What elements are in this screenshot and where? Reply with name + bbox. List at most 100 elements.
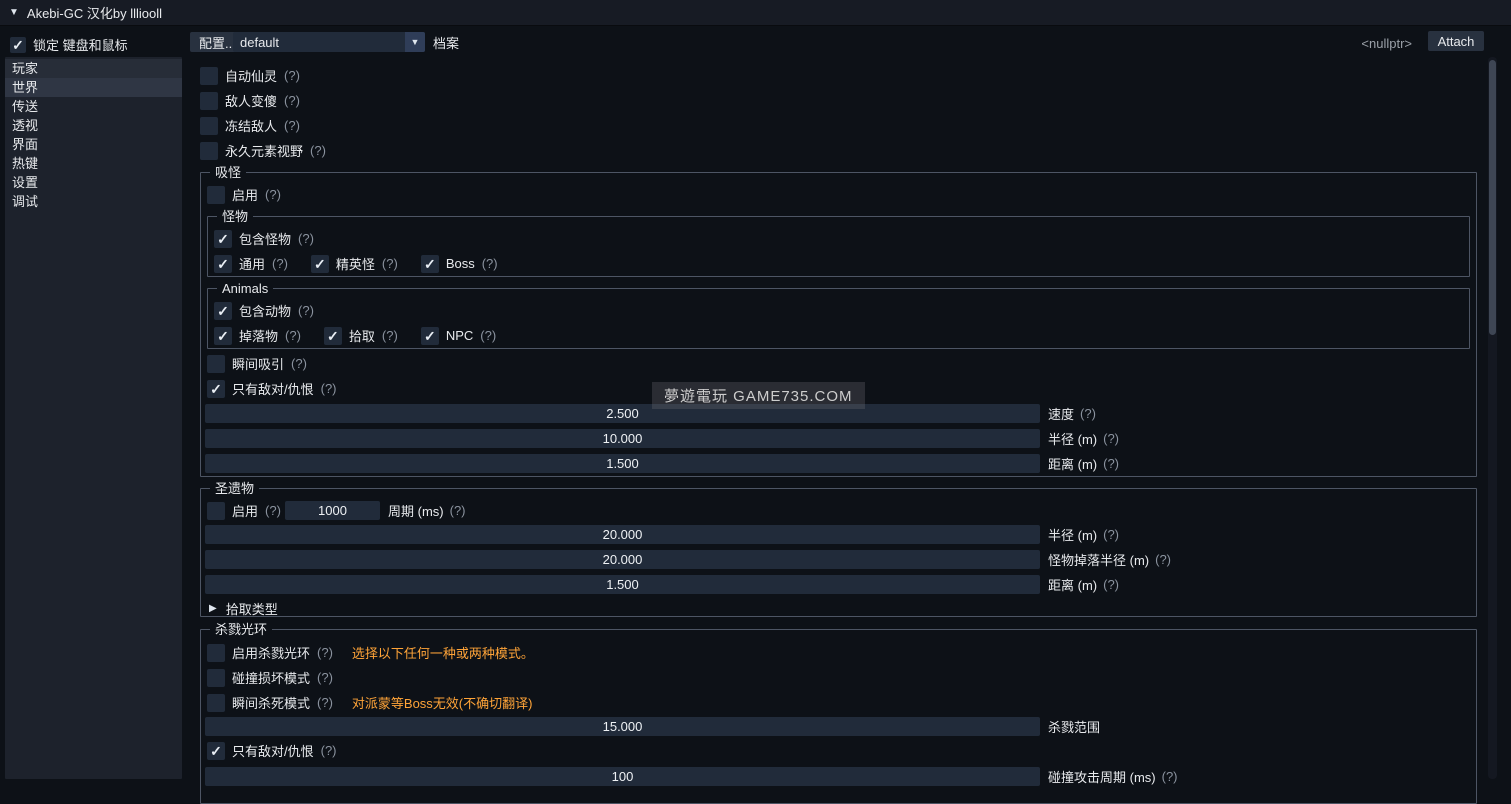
status-nullptr: <nullptr>: [1361, 36, 1412, 51]
drag-monster-drop-radius[interactable]: 20.000: [205, 550, 1040, 569]
checkbox-auto-seelie[interactable]: 自动仙灵 (?): [200, 66, 300, 85]
checkbox-kill-hostile-only[interactable]: ✓ 只有敌对/仇恨 (?): [207, 741, 337, 760]
checkbox-kill-aura-enable[interactable]: 启用杀戮光环 (?) 选择以下任何一种或两种模式。: [207, 643, 534, 662]
help-marker: (?): [298, 231, 314, 246]
checkbox-magnet-enable[interactable]: 启用 (?): [207, 185, 281, 204]
checkbox-box[interactable]: [200, 92, 218, 110]
drag-value: 15.000: [603, 719, 643, 734]
checkbox-box[interactable]: [200, 67, 218, 85]
drag-label-speed: 速度 (?): [1048, 404, 1096, 423]
check-icon: ✓: [217, 329, 229, 343]
checkbox-include-animals[interactable]: ✓ 包含动物 (?): [214, 301, 314, 320]
drag-value: 1.500: [606, 577, 639, 592]
checkbox-label: 启用: [232, 185, 258, 204]
help-marker: (?): [1103, 577, 1119, 592]
drag-label-artifact-radius: 半径 (m) (?): [1048, 525, 1119, 544]
checkbox-box[interactable]: [207, 502, 225, 520]
sidebar-item-debug[interactable]: 调试: [5, 192, 182, 211]
drag-collision-attack-period[interactable]: 100: [205, 767, 1040, 786]
checkbox-label: 掉落物: [239, 326, 278, 345]
drag-label-collision-attack-period: 碰撞攻击周期 (ms) (?): [1048, 767, 1178, 786]
drag-magnet-radius[interactable]: 10.000: [205, 429, 1040, 448]
checkbox-box[interactable]: ✓: [421, 327, 439, 345]
checkbox-box[interactable]: ✓: [214, 327, 232, 345]
checkbox-box[interactable]: ✓: [207, 380, 225, 398]
checkbox-box[interactable]: ✓: [421, 255, 439, 273]
group-title: 怪物: [217, 209, 253, 224]
drag-label-monster-drop-radius: 怪物掉落半径 (m) (?): [1048, 550, 1171, 569]
tree-collapsed-icon[interactable]: ▶: [209, 603, 217, 614]
field-label-text: 速度: [1048, 404, 1074, 423]
checkbox-box[interactable]: ✓: [311, 255, 329, 273]
drag-kill-range[interactable]: 15.000: [205, 717, 1040, 736]
help-marker: (?): [291, 356, 307, 371]
checkbox-common[interactable]: ✓ 通用 (?): [214, 254, 288, 273]
drag-label-radius: 半径 (m) (?): [1048, 429, 1119, 448]
field-label-text: 怪物掉落半径 (m): [1048, 550, 1149, 569]
checkbox-box[interactable]: ✓: [10, 37, 26, 53]
checkbox-artifact-enable[interactable]: 启用 (?): [207, 501, 281, 520]
checkbox-label: 精英怪: [336, 254, 375, 273]
drag-value: 1.500: [606, 456, 639, 471]
lock-keyboard-mouse-checkbox[interactable]: ✓ 锁定 键盘和鼠标: [10, 35, 128, 54]
scrollbar-thumb[interactable]: [1489, 60, 1496, 335]
help-marker: (?): [480, 328, 496, 343]
drag-artifact-distance[interactable]: 1.500: [205, 575, 1040, 594]
checkbox-box[interactable]: [207, 694, 225, 712]
checkbox-box[interactable]: ✓: [324, 327, 342, 345]
checkbox-freeze-enemies[interactable]: 冻结敌人 (?): [200, 116, 300, 135]
sidebar-item-esp[interactable]: 透视: [5, 116, 182, 135]
attach-button[interactable]: Attach: [1428, 31, 1484, 51]
checkbox-boss[interactable]: ✓ Boss (?): [421, 255, 498, 273]
drag-artifact-radius[interactable]: 20.000: [205, 525, 1040, 544]
checkbox-box[interactable]: ✓: [214, 255, 232, 273]
checkbox-box[interactable]: ✓: [214, 302, 232, 320]
checkbox-label: Boss: [446, 256, 475, 271]
drag-value: 20.000: [603, 552, 643, 567]
collapse-icon[interactable]: ▼: [9, 7, 19, 18]
checkbox-box[interactable]: [200, 142, 218, 160]
drag-magnet-speed[interactable]: 2.500: [205, 404, 1040, 423]
checkbox-box[interactable]: [207, 669, 225, 687]
checkbox-include-monsters[interactable]: ✓ 包含怪物 (?): [214, 229, 314, 248]
drag-label-distance: 距离 (m) (?): [1048, 454, 1119, 473]
check-icon: ✓: [217, 257, 229, 271]
checkbox-magnet-hostile-only[interactable]: ✓ 只有敌对/仇恨 (?): [207, 379, 337, 398]
checkbox-box[interactable]: ✓: [207, 742, 225, 760]
checkbox-elite[interactable]: ✓ 精英怪 (?): [311, 254, 398, 273]
checkbox-dumb-enemies[interactable]: 敌人变傻 (?): [200, 91, 300, 110]
sidebar-item-teleport[interactable]: 传送: [5, 97, 182, 116]
checkbox-box[interactable]: [207, 355, 225, 373]
profile-combo[interactable]: default ▼: [233, 32, 425, 52]
checkbox-box[interactable]: [207, 644, 225, 662]
checkbox-label: 敌人变傻: [225, 91, 277, 110]
tree-pickup-types[interactable]: ▶ 拾取类型: [209, 599, 278, 618]
sidebar-item-settings[interactable]: 设置: [5, 173, 182, 192]
drag-label-artifact-distance: 距离 (m) (?): [1048, 575, 1119, 594]
check-icon: ✓: [217, 232, 229, 246]
checkbox-box[interactable]: [207, 186, 225, 204]
field-label-text: 半径 (m): [1048, 429, 1097, 448]
scrollbar-track[interactable]: [1488, 57, 1497, 779]
period-input[interactable]: 1000: [285, 501, 380, 520]
sidebar-item-player[interactable]: 玩家: [5, 59, 182, 78]
checkbox-pickup[interactable]: ✓ 拾取 (?): [324, 326, 398, 345]
checkbox-elemental-sight[interactable]: 永久元素视野 (?): [200, 141, 326, 160]
checkbox-npc[interactable]: ✓ NPC (?): [421, 327, 496, 345]
checkbox-drops[interactable]: ✓ 掉落物 (?): [214, 326, 301, 345]
checkbox-instant-attract[interactable]: 瞬间吸引 (?): [207, 354, 307, 373]
checkbox-box[interactable]: ✓: [214, 230, 232, 248]
sidebar-item-ui[interactable]: 界面: [5, 135, 182, 154]
help-marker: (?): [272, 256, 288, 271]
drag-magnet-distance[interactable]: 1.500: [205, 454, 1040, 473]
checkbox-instant-kill-mode[interactable]: 瞬间杀死模式 (?) 对派蒙等Boss无效(不确切翻译): [207, 693, 532, 712]
sidebar-item-world[interactable]: 世界: [5, 78, 182, 97]
chevron-down-icon[interactable]: ▼: [405, 32, 425, 52]
checkbox-label: 瞬间杀死模式: [232, 693, 310, 712]
checkbox-label: 拾取: [349, 326, 375, 345]
check-icon: ✓: [424, 329, 436, 343]
checkbox-box[interactable]: [200, 117, 218, 135]
help-marker: (?): [382, 328, 398, 343]
sidebar-item-hotkeys[interactable]: 热键: [5, 154, 182, 173]
checkbox-collision-damage-mode[interactable]: 碰撞损坏模式 (?): [207, 668, 333, 687]
